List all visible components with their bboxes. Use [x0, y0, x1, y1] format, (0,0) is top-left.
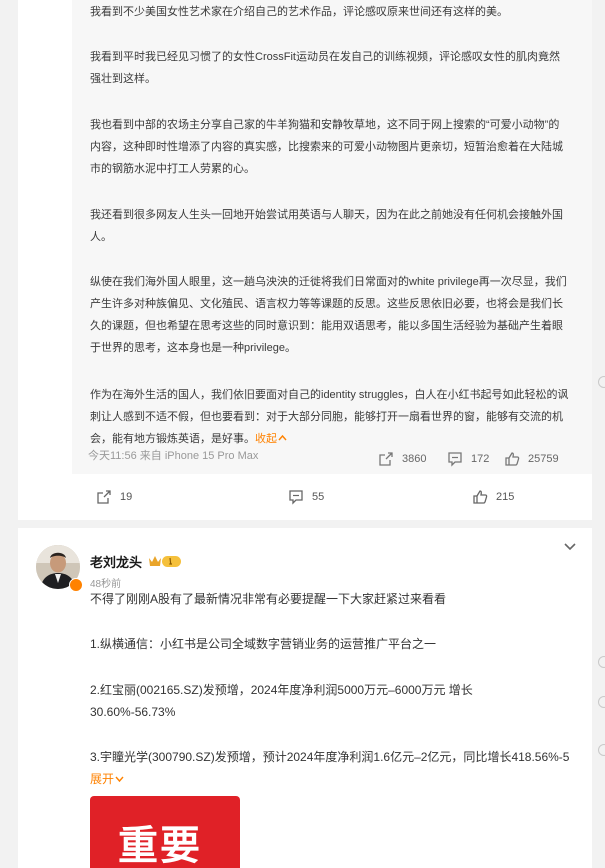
rail-button[interactable] — [598, 656, 605, 668]
post-text: 不得了刚刚A股有了最新情况非常有必要提醒一下大家赶紧过来看看 — [90, 592, 447, 606]
post-text: 2.红宝丽(002165.SZ)发预增，2024年度净利润5000万元–6000… — [90, 683, 473, 719]
verified-badge-icon — [69, 578, 83, 592]
repost-paragraph: 我还看到很多网友人生头一回地开始尝试用英语与人聊天，因为在此之前她没有任何机会接… — [90, 209, 563, 243]
repost-paragraph: 我看到不少美国女性艺术家在介绍自己的艺术作品，评论感叹原来世间还有这样的美。 — [90, 6, 508, 18]
repost-paragraph-last: 作为在海外生活的国人，我们依旧要面对自己的identity struggles，… — [90, 384, 570, 450]
rail-button[interactable] — [598, 376, 605, 388]
expand-link[interactable]: 展开 — [90, 772, 124, 786]
right-rail — [598, 300, 605, 868]
repost-paragraph: 纵使在我们海外国人眼里，这一趟乌泱泱的迁徙将我们日常面对的white privi… — [90, 276, 567, 354]
post-text: 3.宇瞳光学(300790.SZ)发预增，预计2024年度净利润1.6亿元–2亿… — [90, 750, 570, 764]
post-text: 1.纵横通信：小红书是公司全域数字营销业务的运营推广平台之一 — [90, 637, 437, 651]
repost-paragraph-text: 作为在海外生活的国人，我们依旧要面对自己的identity struggles，… — [90, 389, 569, 445]
comment-icon — [289, 490, 303, 505]
crown-icon — [149, 556, 181, 567]
chevron-down-icon[interactable] — [563, 541, 577, 553]
collapse-label: 收起 — [255, 433, 277, 445]
like-icon — [473, 490, 488, 504]
post-image[interactable]: 重要 — [90, 796, 240, 868]
repost-icon — [379, 452, 393, 466]
expand-label: 展开 — [90, 772, 115, 786]
chevron-up-icon — [278, 434, 287, 441]
repost-paragraph: 我也看到中部的农场主分享自己家的牛羊狗猫和安静牧草地，这不同于网上搜索的“可爱小… — [90, 119, 563, 175]
rail-button[interactable] — [598, 696, 605, 708]
repost-repost-count: 3860 — [402, 453, 427, 465]
repost-icon — [97, 490, 111, 504]
chevron-down-icon — [115, 776, 124, 783]
post-image-text: 重要 — [118, 823, 202, 868]
collapse-link[interactable]: 收起 — [255, 433, 287, 445]
repost-paragraph: 我看到平时我已经见习惯了的女性CrossFit运动员在发自己的训练视频，评论感叹… — [90, 51, 560, 85]
post-text-last: 3.宇瞳光学(300790.SZ)发预增，预计2024年度净利润1.6亿元–2亿… — [90, 746, 570, 790]
repost-like-count: 25759 — [528, 453, 559, 465]
repost-meta: 今天11:56 来自 iPhone 15 Pro Max — [88, 450, 259, 462]
rail-button[interactable] — [598, 744, 605, 756]
username[interactable]: 老刘龙头 — [90, 552, 142, 571]
comment-icon — [448, 452, 462, 467]
repost-comment-count: 172 — [471, 453, 490, 465]
repost-count: 19 — [120, 491, 133, 503]
like-icon — [505, 452, 520, 466]
like-count: 215 — [496, 491, 515, 503]
comment-count: 55 — [312, 491, 325, 503]
